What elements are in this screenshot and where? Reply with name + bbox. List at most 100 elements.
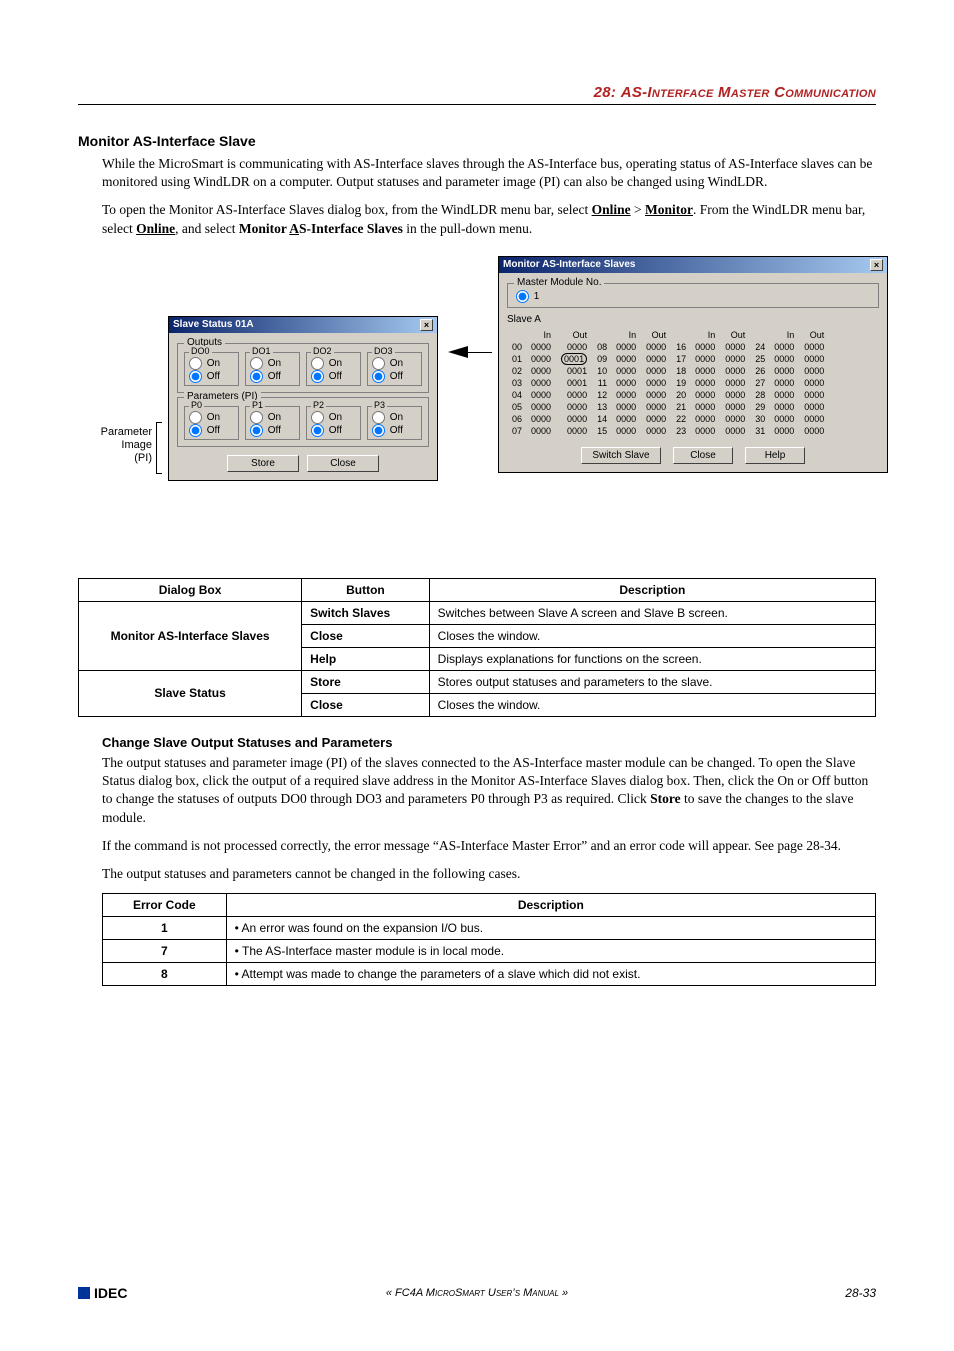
slave-out-cell[interactable]: 0000 [720, 353, 750, 365]
slave-out-cell[interactable]: 0000 [799, 389, 829, 401]
slave-in-cell: 0000 [611, 401, 641, 413]
slave-in-cell: 0000 [690, 341, 720, 353]
slave-out-cell[interactable]: 0000 [720, 401, 750, 413]
do3-on[interactable]: On [372, 357, 417, 370]
close-button[interactable]: Close [307, 455, 379, 472]
slave-in-cell: 0000 [690, 413, 720, 425]
slave-out-cell[interactable]: 0000 [641, 413, 671, 425]
slave-in-cell: 0000 [690, 401, 720, 413]
slave-in-cell: 0000 [526, 365, 556, 377]
slave-out-cell[interactable]: 0000 [641, 401, 671, 413]
p3-off[interactable]: Off [372, 424, 417, 437]
slave-in-cell: 0000 [611, 413, 641, 425]
do3-off[interactable]: Off [372, 370, 417, 383]
close-icon[interactable]: × [870, 259, 883, 271]
slave-out-cell[interactable]: 0001 [556, 377, 592, 389]
slave-out-cell[interactable]: 0000 [641, 389, 671, 401]
do0-on[interactable]: On [189, 357, 234, 370]
master-module-group: Master Module No. 1 [507, 283, 879, 308]
slave-index-cell: 28 [750, 389, 769, 401]
mon-close-button[interactable]: Close [673, 447, 733, 464]
slave-index-cell: 03 [507, 377, 526, 389]
slave-out-cell[interactable]: 0000 [641, 353, 671, 365]
slave-in-cell: 0000 [611, 389, 641, 401]
paragraph: To open the Monitor AS-Interface Slaves … [102, 201, 876, 237]
slave-in-cell: 0000 [690, 353, 720, 365]
do2-off[interactable]: Off [311, 370, 356, 383]
slave-in-cell: 0000 [769, 401, 799, 413]
slave-out-cell[interactable]: 0000 [799, 425, 829, 437]
slave-out-cell[interactable]: 0000 [799, 341, 829, 353]
slave-in-cell: 0000 [526, 377, 556, 389]
slave-index-cell: 00 [507, 341, 526, 353]
slave-out-cell[interactable]: 0000 [799, 377, 829, 389]
slave-index-cell: 07 [507, 425, 526, 437]
do2-on[interactable]: On [311, 357, 356, 370]
slave-in-cell: 0000 [690, 389, 720, 401]
slave-in-cell: 0000 [526, 401, 556, 413]
slave-in-cell: 0000 [769, 353, 799, 365]
p1-off[interactable]: Off [250, 424, 295, 437]
slave-in-cell: 0000 [526, 341, 556, 353]
slave-out-cell[interactable]: 0000 [641, 341, 671, 353]
master-1-radio[interactable]: 1 [516, 290, 870, 303]
slave-out-cell[interactable]: 0000 [556, 389, 592, 401]
slave-in-cell: 0000 [611, 353, 641, 365]
slave-out-cell[interactable]: 0001 [556, 365, 592, 377]
subsection-title-change: Change Slave Output Statuses and Paramet… [102, 735, 876, 750]
slave-index-cell: 26 [750, 365, 769, 377]
slave-status-titlebar: Slave Status 01A × [169, 317, 437, 333]
slave-out-cell[interactable]: 0000 [641, 377, 671, 389]
slave-in-cell: 0000 [611, 425, 641, 437]
slave-out-cell[interactable]: 0000 [799, 365, 829, 377]
slave-index-cell: 14 [592, 413, 611, 425]
slave-out-cell-circled[interactable]: 0001 [556, 353, 592, 365]
outputs-group: Outputs DO0 On Off DO1 On Off DO2 On [177, 343, 429, 393]
slave-index-cell: 29 [750, 401, 769, 413]
slave-in-cell: 0000 [769, 341, 799, 353]
do1-off[interactable]: Off [250, 370, 295, 383]
p0-off[interactable]: Off [189, 424, 234, 437]
slave-out-cell[interactable]: 0000 [720, 341, 750, 353]
p0-on[interactable]: On [189, 411, 234, 424]
p1-on[interactable]: On [250, 411, 295, 424]
slave-table: InOutInOutInOutInOut00000000000800000000… [507, 329, 829, 437]
slave-in-cell: 0000 [769, 425, 799, 437]
slave-out-cell[interactable]: 0000 [720, 425, 750, 437]
mon-help-button[interactable]: Help [745, 447, 805, 464]
slave-index-cell: 20 [671, 389, 690, 401]
slave-index-cell: 04 [507, 389, 526, 401]
slave-out-cell[interactable]: 0000 [720, 377, 750, 389]
do1-on[interactable]: On [250, 357, 295, 370]
slave-index-cell: 27 [750, 377, 769, 389]
section-title-monitor: Monitor AS-Interface Slave [78, 133, 876, 149]
store-button[interactable]: Store [227, 455, 299, 472]
close-icon[interactable]: × [420, 319, 433, 331]
slave-in-cell: 0000 [769, 389, 799, 401]
slave-out-cell[interactable]: 0000 [556, 413, 592, 425]
p2-on[interactable]: On [311, 411, 356, 424]
slave-index-cell: 17 [671, 353, 690, 365]
slave-index-cell: 25 [750, 353, 769, 365]
slave-index-cell: 11 [592, 377, 611, 389]
slave-index-cell: 18 [671, 365, 690, 377]
switch-slave-button[interactable]: Switch Slave [581, 447, 661, 464]
slave-out-cell[interactable]: 0000 [556, 401, 592, 413]
slave-out-cell[interactable]: 0000 [799, 401, 829, 413]
slave-index-cell: 10 [592, 365, 611, 377]
slave-out-cell[interactable]: 0000 [556, 425, 592, 437]
slave-out-cell[interactable]: 0000 [556, 341, 592, 353]
slave-out-cell[interactable]: 0000 [641, 365, 671, 377]
slave-out-cell[interactable]: 0000 [641, 425, 671, 437]
slave-out-cell[interactable]: 0000 [720, 365, 750, 377]
p2-off[interactable]: Off [311, 424, 356, 437]
parameters-group: Parameters (PI) P0 On Off P1 On Off P2 O… [177, 397, 429, 447]
do0-off[interactable]: Off [189, 370, 234, 383]
slave-out-cell[interactable]: 0000 [799, 353, 829, 365]
p3-on[interactable]: On [372, 411, 417, 424]
slave-out-cell[interactable]: 0000 [720, 413, 750, 425]
slave-in-cell: 0000 [526, 389, 556, 401]
slave-out-cell[interactable]: 0000 [799, 413, 829, 425]
slave-out-cell[interactable]: 0000 [720, 389, 750, 401]
slave-in-cell: 0000 [769, 413, 799, 425]
